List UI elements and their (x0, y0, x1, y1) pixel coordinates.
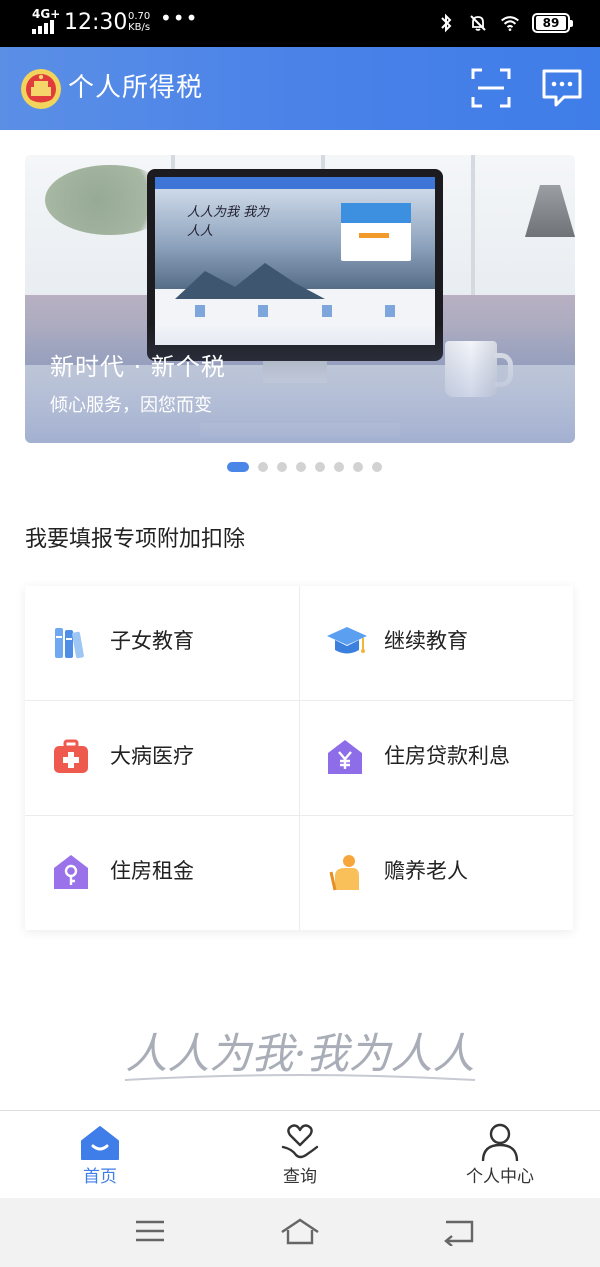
slogan-text: 人人为我·我为人人 (125, 1029, 474, 1078)
elderly-icon (329, 855, 359, 891)
deduction-label: 大病医疗 (110, 744, 194, 768)
carousel-indicator (227, 462, 382, 472)
bottom-navigation: 首页 查询 个人中心 (0, 1110, 600, 1198)
carousel-dot[interactable] (315, 462, 325, 472)
system-navigation-bar (0, 1198, 600, 1267)
promo-banner[interactable]: 人人为我 我为人人 新时代 · 新个税 倾心服务，因您而变 (25, 155, 575, 443)
nav-label: 个人中心 (466, 1167, 534, 1187)
screen-calligraphy: 人人为我 我为人人 (187, 205, 270, 239)
nav-label: 首页 (83, 1167, 117, 1187)
nav-query[interactable]: 查询 (200, 1111, 400, 1199)
home-outline-icon[interactable] (278, 1216, 322, 1246)
carousel-dot[interactable] (258, 462, 268, 472)
speed-value: 0.70 (128, 11, 151, 22)
status-bar: 4G+ 12:30 0.70 KB/s ••• 89 (0, 0, 600, 47)
mute-icon (470, 15, 486, 31)
banner-subtitle: 倾心服务，因您而变 (50, 395, 212, 416)
network-speed: 0.70 KB/s (128, 11, 150, 33)
carousel-dot[interactable] (227, 462, 249, 472)
deduction-housing-rent[interactable]: 住房租金 (25, 816, 299, 930)
medical-kit-icon (54, 739, 88, 773)
scan-icon[interactable] (470, 67, 512, 109)
house-key-icon (54, 855, 88, 889)
deduction-label: 赡养老人 (384, 859, 468, 883)
back-icon[interactable] (436, 1216, 480, 1246)
deduction-serious-illness-medical[interactable]: 大病医疗 (25, 701, 299, 815)
carousel-dot[interactable] (353, 462, 363, 472)
nav-personal-center[interactable]: 个人中心 (400, 1111, 600, 1199)
carousel-dot[interactable] (296, 462, 306, 472)
section-title: 我要填报专项附加扣除 (25, 527, 246, 552)
carousel-dot[interactable] (334, 462, 344, 472)
graduation-cap-icon (327, 627, 367, 654)
nav-home[interactable]: 首页 (0, 1111, 200, 1199)
more-notifications-indicator: ••• (160, 6, 199, 30)
banner-overlay (25, 325, 575, 443)
deduction-grid: 子女教育 继续教育 大病医疗 住房贷款利息 住房租金 赡养老人 (25, 586, 573, 930)
home-icon (81, 1126, 119, 1160)
emblem-icon (21, 69, 61, 109)
battery-level: 89 (536, 16, 566, 30)
deduction-label: 住房贷款利息 (384, 744, 510, 768)
signal-icon (32, 20, 54, 34)
app-title: 个人所得税 (68, 73, 204, 103)
carousel-dot[interactable] (372, 462, 382, 472)
deduction-label: 继续教育 (384, 629, 468, 653)
house-yen-icon (328, 740, 362, 774)
books-icon (55, 628, 84, 659)
network-type: 4G+ (32, 7, 61, 21)
banner-title: 新时代 · 新个税 (50, 353, 226, 381)
deduction-continuing-education[interactable]: 继续教育 (299, 586, 573, 700)
deduction-elderly-support[interactable]: 赡养老人 (299, 816, 573, 930)
deduction-label: 子女教育 (110, 629, 194, 653)
app-header: 个人所得税 (0, 47, 600, 130)
deduction-housing-loan-interest[interactable]: 住房贷款利息 (299, 701, 573, 815)
carousel-dot[interactable] (277, 462, 287, 472)
monitor-screen: 人人为我 我为人人 (155, 177, 435, 345)
clock: 12:30 (64, 10, 128, 35)
heart-hand-icon (281, 1124, 319, 1159)
person-icon (481, 1123, 519, 1162)
battery-icon: 89 (532, 13, 573, 33)
speed-unit: KB/s (128, 22, 151, 33)
deduction-label: 住房租金 (110, 859, 194, 883)
slogan-calligraphy: 人人为我·我为人人 (124, 1029, 476, 1081)
nav-label: 查询 (283, 1167, 317, 1187)
message-icon[interactable] (540, 67, 584, 109)
wifi-icon (501, 16, 519, 31)
menu-icon[interactable] (128, 1216, 172, 1246)
deduction-children-education[interactable]: 子女教育 (25, 586, 299, 700)
bluetooth-icon (441, 13, 452, 33)
